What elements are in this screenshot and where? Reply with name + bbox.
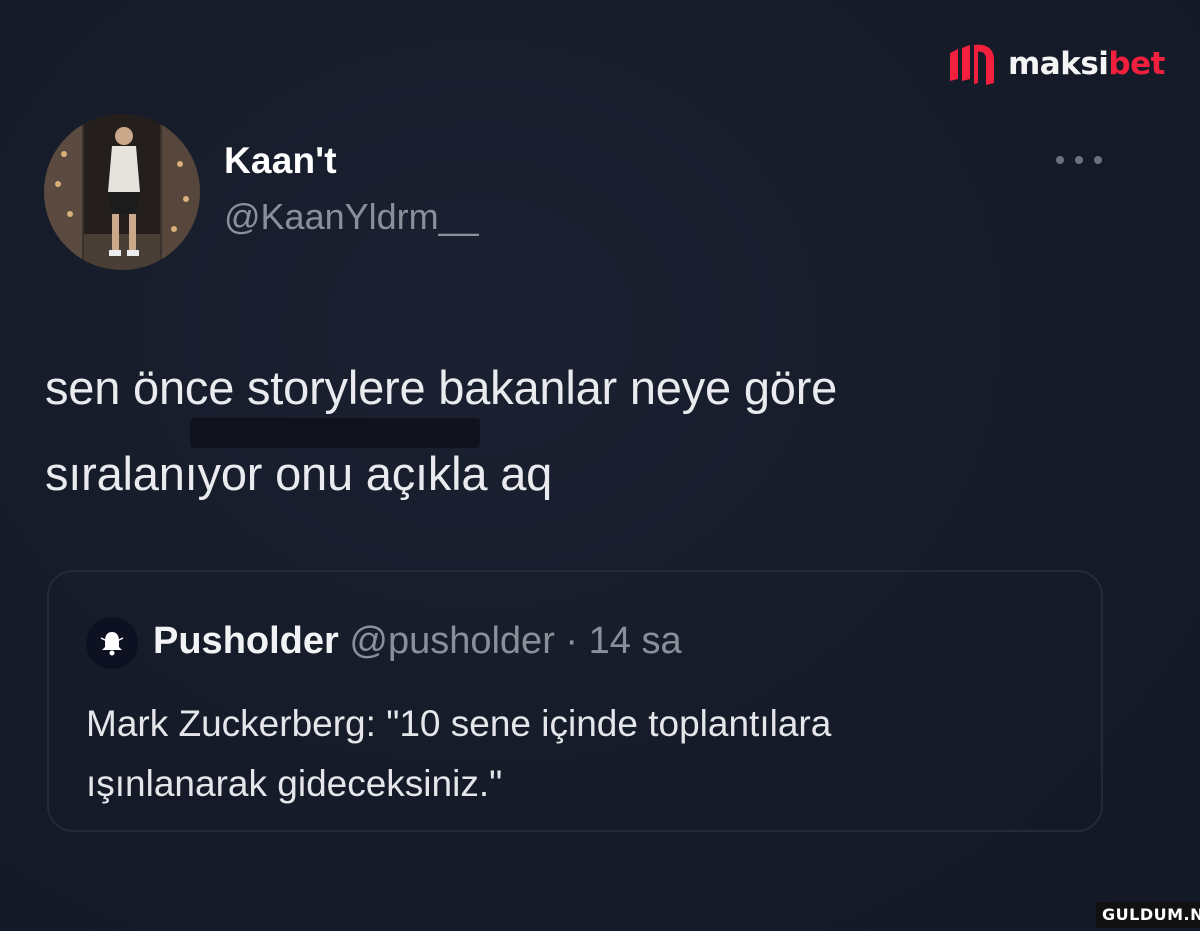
quoted-author-name[interactable]: Pusholder — [153, 620, 339, 662]
author-display-name[interactable]: Kaan't — [224, 140, 337, 182]
user-avatar-photo[interactable] — [44, 114, 200, 270]
tweet-screenshot: maksibet Kaan't @KaanYldrm__ sen önce st… — [0, 0, 1200, 931]
quoted-tweet-text-line-1: Mark Zuckerberg: "10 sene içinde toplant… — [86, 703, 832, 744]
brand-watermark: maksibet — [946, 40, 1165, 88]
meta-separator: · — [554, 620, 589, 662]
bell-icon — [100, 632, 124, 656]
quoted-author-handle[interactable]: @pusholder — [349, 620, 554, 662]
quoted-tweet-header: Pusholder @pusholder · 14 sa — [153, 617, 682, 665]
avatar-image — [44, 114, 200, 270]
author-handle[interactable]: @KaanYldrm__ — [224, 196, 479, 238]
site-watermark: GULDUM.NET — [1096, 902, 1200, 928]
quoted-tweet-text-line-2: ışınlanarak gideceksiniz." — [86, 763, 503, 804]
brand-wordmark-part-2: bet — [1108, 45, 1165, 82]
maksibet-logo-icon — [950, 44, 994, 85]
quoted-tweet-time[interactable]: 14 sa — [589, 620, 682, 662]
more-dot — [1056, 156, 1064, 164]
redaction-bar — [190, 418, 480, 448]
brand-wordmark-part-1: maksi — [1008, 45, 1109, 82]
more-dot — [1094, 156, 1102, 164]
quoted-tweet-text: Mark Zuckerberg: "10 sene içinde toplant… — [86, 694, 1086, 814]
more-options-icon[interactable] — [1056, 150, 1102, 170]
brand-wordmark: maksibet — [1008, 45, 1165, 82]
more-dot — [1075, 156, 1083, 164]
quoted-tweet-avatar[interactable] — [86, 617, 138, 669]
